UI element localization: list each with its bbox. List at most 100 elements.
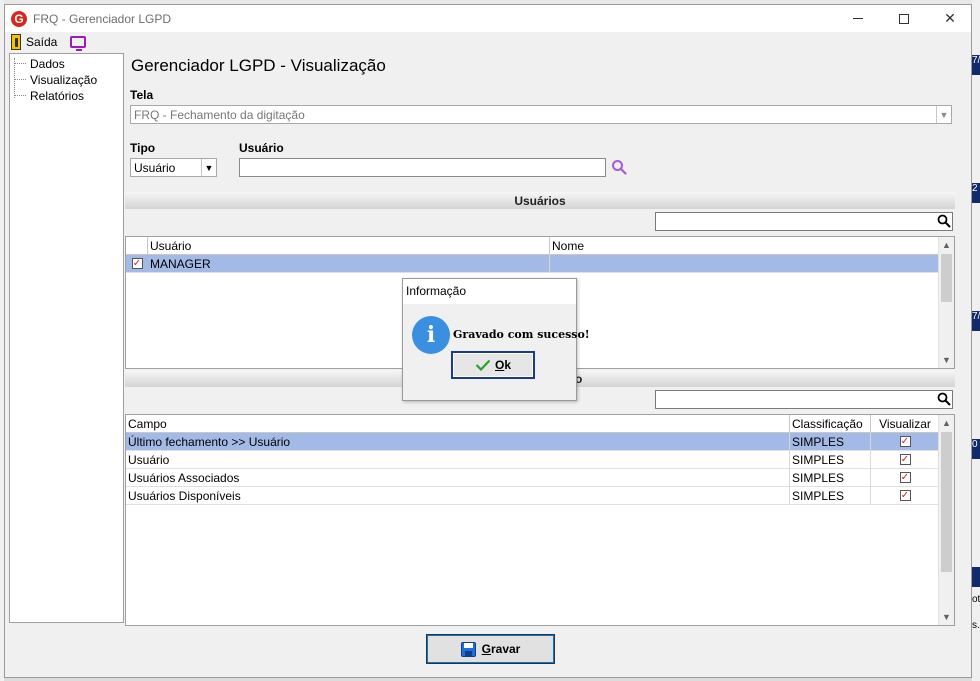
nav-item-label: Relatórios: [30, 89, 85, 103]
chevron-down-icon: ▼: [201, 159, 216, 176]
column-header-classificacao[interactable]: Classificação: [790, 415, 871, 433]
users-grid-scrollbar[interactable]: ▲ ▼: [938, 237, 954, 368]
toolbar: Saída: [5, 32, 971, 52]
tree-branch: [14, 56, 26, 64]
tree-branch: [14, 72, 26, 80]
table-row[interactable]: Último fechamento >> Usuário SIMPLES ✓: [126, 433, 939, 451]
table-row[interactable]: Usuários Disponíveis SIMPLES ✓: [126, 487, 939, 505]
background-tab: 2: [972, 183, 980, 203]
cell-classificacao: SIMPLES: [790, 469, 871, 487]
dialog-message: Gravado com sucesso!: [453, 328, 590, 341]
cell-visualizar: ✓: [871, 433, 939, 451]
maximize-icon: [899, 13, 909, 24]
scroll-up-icon[interactable]: ▲: [939, 237, 954, 253]
cell-campo: Último fechamento >> Usuário: [126, 433, 790, 451]
column-header-check: [126, 237, 148, 255]
column-header-visualizar[interactable]: Visualizar: [871, 415, 939, 433]
page-title: Gerenciador LGPD - Visualização: [131, 56, 386, 75]
nav-item-relatorios[interactable]: Relatórios: [14, 88, 84, 104]
navigation-tree: Dados Visualização Relatórios: [9, 53, 124, 623]
users-section-header: Usuários: [125, 192, 955, 209]
information-dialog: Informação i Gravado com sucesso! Ok: [402, 278, 590, 401]
scroll-thumb[interactable]: [941, 254, 952, 302]
background-text: otc: [972, 594, 980, 605]
close-icon: ✕: [944, 10, 956, 26]
table-row[interactable]: ✓ MANAGER: [126, 255, 939, 273]
tipo-select[interactable]: Usuário ▼: [130, 158, 217, 177]
nav-item-label: Visualização: [30, 73, 98, 87]
fields-grid-scrollbar[interactable]: ▲ ▼: [938, 415, 954, 625]
nav-item-dados[interactable]: Dados: [14, 56, 65, 72]
nav-item-visualizacao[interactable]: Visualização: [14, 72, 97, 88]
background-tab: 7/: [972, 311, 980, 331]
dialog-title: Informação: [403, 279, 576, 304]
cell-visualizar: ✓: [871, 451, 939, 469]
scroll-up-icon[interactable]: ▲: [939, 415, 954, 431]
users-grid-header: Usuário Nome: [126, 237, 939, 255]
chevron-down-icon: ▼: [936, 106, 951, 123]
table-row[interactable]: Usuário SIMPLES ✓: [126, 451, 939, 469]
cell-campo: Usuário: [126, 451, 790, 469]
tipo-select-value: Usuário: [134, 160, 176, 175]
cell-nome: [550, 255, 939, 273]
cell-visualizar: ✓: [871, 487, 939, 505]
cell-campo: Usuários Disponíveis: [126, 487, 790, 505]
cell-usuario: MANAGER: [148, 255, 550, 273]
monitor-icon[interactable]: [70, 36, 87, 51]
minimize-icon: [853, 18, 863, 19]
fields-grid: Campo Classificação Visualizar Último fe…: [125, 414, 955, 626]
ok-button-label: Ok: [494, 358, 512, 372]
scroll-down-icon[interactable]: ▼: [939, 352, 954, 368]
background-tab: 0: [972, 439, 980, 459]
usuario-label: Usuário: [239, 141, 284, 155]
search-icon[interactable]: [937, 214, 951, 228]
tela-select-value: FRQ - Fechamento da digitação: [134, 107, 305, 122]
background-tab: [972, 567, 980, 587]
info-icon: i: [412, 316, 450, 354]
fields-filter-input[interactable]: [655, 390, 953, 409]
column-header-nome[interactable]: Nome: [550, 237, 939, 255]
cell-classificacao: SIMPLES: [790, 487, 871, 505]
tela-label: Tela: [130, 88, 154, 102]
close-button[interactable]: ✕: [927, 5, 973, 32]
row-checkbox-cell: ✓: [126, 255, 148, 273]
scroll-thumb[interactable]: [941, 432, 952, 572]
minimize-button[interactable]: [835, 5, 881, 32]
check-icon: [475, 359, 491, 371]
column-header-usuario[interactable]: Usuário: [148, 237, 550, 255]
cell-classificacao: SIMPLES: [790, 433, 871, 451]
users-filter-input[interactable]: [655, 212, 953, 231]
tree-branch: [14, 88, 26, 96]
row-checkbox[interactable]: ✓: [131, 258, 143, 269]
tipo-label: Tipo: [130, 141, 156, 155]
tela-select[interactable]: FRQ - Fechamento da digitação ▼: [130, 105, 952, 124]
column-header-campo[interactable]: Campo: [126, 415, 790, 433]
maximize-button[interactable]: [881, 5, 927, 32]
cell-classificacao: SIMPLES: [790, 451, 871, 469]
table-row[interactable]: Usuários Associados SIMPLES ✓: [126, 469, 939, 487]
background-text: s.: [972, 620, 980, 631]
nav-item-label: Dados: [30, 57, 65, 71]
app-logo-icon: G: [11, 10, 27, 27]
visualizar-checkbox[interactable]: ✓: [899, 436, 911, 447]
cell-campo: Usuários Associados: [126, 469, 790, 487]
visualizar-checkbox[interactable]: ✓: [899, 454, 911, 465]
save-button-label: Gravar: [481, 642, 521, 656]
scroll-down-icon[interactable]: ▼: [939, 609, 954, 625]
cell-visualizar: ✓: [871, 469, 939, 487]
window-title: FRQ - Gerenciador LGPD: [33, 11, 172, 26]
exit-door-icon[interactable]: [11, 34, 21, 50]
background-tab: 7/: [972, 55, 980, 75]
search-icon[interactable]: [937, 392, 951, 406]
floppy-disk-icon: [460, 641, 476, 657]
save-button[interactable]: Gravar: [426, 634, 555, 664]
users-section-title: Usuários: [514, 193, 566, 208]
visualizar-checkbox[interactable]: ✓: [899, 490, 911, 501]
exit-button[interactable]: Saída: [26, 35, 57, 49]
search-icon[interactable]: [611, 159, 627, 175]
ok-button[interactable]: Ok: [451, 351, 535, 379]
fields-grid-header: Campo Classificação Visualizar: [126, 415, 939, 433]
title-bar: G FRQ - Gerenciador LGPD ✕: [5, 5, 971, 32]
usuario-input[interactable]: [239, 158, 606, 177]
visualizar-checkbox[interactable]: ✓: [899, 472, 911, 483]
